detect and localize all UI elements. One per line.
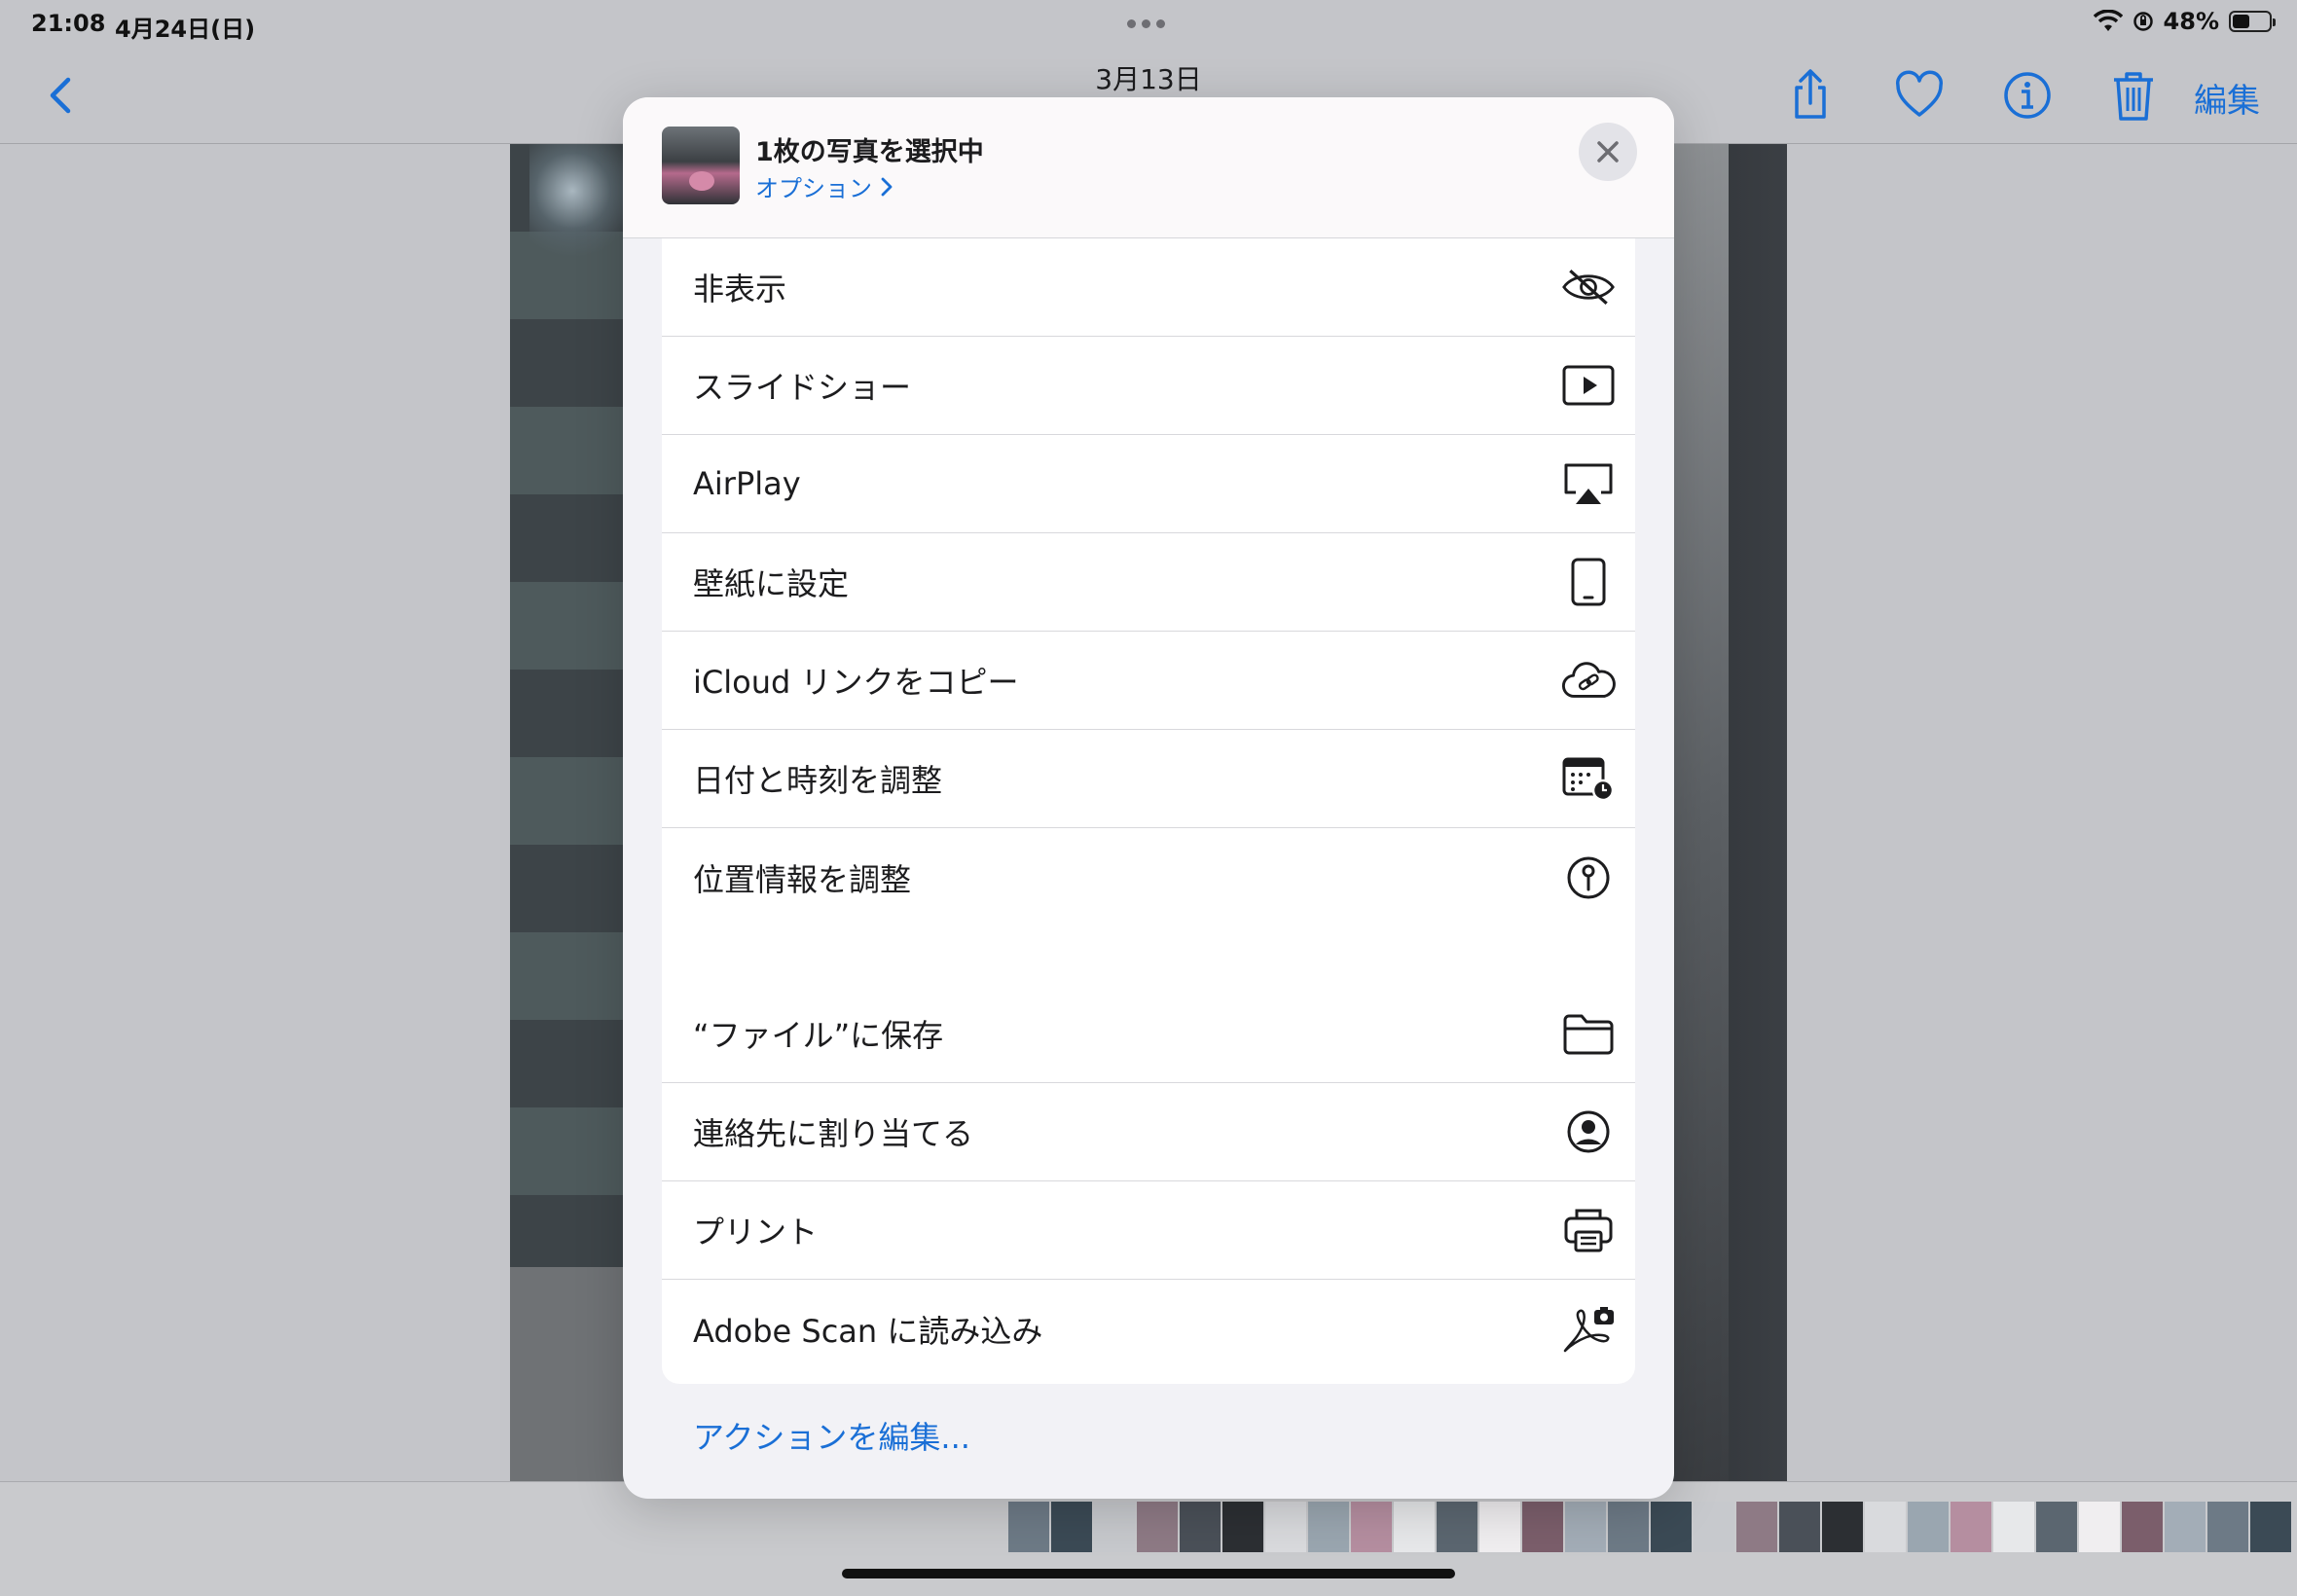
photo-thumbnail[interactable] [2250,1502,2291,1552]
action-row-hide[interactable]: 非表示 [662,238,1635,337]
share-sheet: 1枚の写真を選択中 オプション 複製 非表示 スライドショー [623,97,1674,1499]
photo-thumbnail[interactable] [1180,1502,1221,1552]
action-row-adjust-date[interactable]: 日付と時刻を調整 [662,730,1635,828]
ipad-icon [1561,555,1616,609]
info-icon[interactable] [2000,68,2055,123]
action-label: プリント [693,1214,819,1251]
action-label: Adobe Scan に読み込み [693,1312,1043,1350]
photo-thumbnail[interactable] [1308,1502,1349,1552]
action-row-airplay[interactable]: AirPlay [662,435,1635,533]
photo-thumbnail[interactable] [1736,1502,1777,1552]
photo-thumbnail[interactable] [1008,1502,1049,1552]
person-circle-icon [1561,1105,1616,1159]
play-rectangle-icon [1561,358,1616,413]
battery-icon [2229,11,2276,32]
chevron-right-icon [881,177,893,196]
edit-button[interactable]: 編集 [2194,74,2260,122]
action-row-print[interactable]: プリント [662,1181,1635,1280]
photo-thumbnail[interactable] [1394,1502,1435,1552]
photo-thumbnail[interactable] [2207,1502,2248,1552]
action-label: 壁紙に設定 [693,565,850,602]
photo-thumbnail[interactable] [2036,1502,2077,1552]
home-indicator [842,1569,1455,1578]
battery-level [2233,15,2250,28]
location-pin-circle-icon [1561,851,1616,905]
edit-actions-link[interactable]: アクションを編集... [693,1413,970,1458]
folder-icon [1561,1006,1616,1061]
photo-thumbnail[interactable] [1565,1502,1606,1552]
action-label: スライドショー [693,369,912,406]
action-label: “ファイル”に保存 [693,1017,944,1054]
status-indicators: 48% [2093,8,2276,35]
photo-thumbnail[interactable] [1951,1502,1991,1552]
page-title: 3月13日 [1095,63,1202,95]
photo-thumbnail[interactable] [1651,1502,1692,1552]
action-row-adobe-scan[interactable]: Adobe Scan に読み込み [662,1280,1635,1378]
action-label: 日付と時刻を調整 [693,762,943,799]
photo-thumbnail[interactable] [1779,1502,1820,1552]
photo-thumbnail[interactable] [2079,1502,2120,1552]
airplay-icon [1561,456,1616,511]
photo-thumbnail[interactable] [1051,1502,1092,1552]
photo-thumbnail[interactable] [1608,1502,1649,1552]
photo-thumbnail[interactable] [1993,1502,2034,1552]
close-icon [1597,141,1619,163]
action-row-slideshow[interactable]: スライドショー [662,337,1635,435]
close-button[interactable] [1579,123,1637,181]
share-sheet-header: 1枚の写真を選択中 オプション [623,97,1674,238]
photo-thumbnail[interactable] [1479,1502,1520,1552]
trash-icon[interactable] [2106,68,2161,123]
options-label: オプション [755,175,872,202]
thumbnail-list[interactable] [1008,1502,2291,1552]
printer-icon [1561,1203,1616,1257]
eye-slash-icon [1561,260,1616,314]
photo-thumbnail[interactable] [1351,1502,1392,1552]
share-icon[interactable] [1783,68,1838,123]
status-bar: 21:08 4月24日(日) 48% [0,0,2297,49]
action-group-secondary: “ファイル”に保存 連絡先に割り当てる プリント Adobe Scan に読み込… [662,985,1635,1384]
action-label: AirPlay [693,465,801,502]
action-label: iCloud リンクをコピー [693,664,1019,701]
action-row-assign-contact[interactable]: 連絡先に割り当てる [662,1083,1635,1181]
photo-thumbnail[interactable] [1694,1502,1734,1552]
action-label: 非表示 [693,271,787,308]
photo-thumbnail[interactable] [1094,1502,1135,1552]
action-row-wallpaper[interactable]: 壁紙に設定 [662,533,1635,632]
wifi-icon [2093,10,2123,31]
orientation-lock-icon [2133,12,2153,31]
options-link[interactable]: オプション [755,169,893,203]
action-row-save-to-files[interactable]: “ファイル”に保存 [662,985,1635,1083]
heart-icon[interactable] [1892,68,1947,123]
action-row-icloud-link[interactable]: iCloud リンクをコピー [662,632,1635,730]
action-group-primary: 複製 非表示 スライドショー AirPlay 壁紙に設定 [662,195,1635,1063]
battery-percent: 48% [2163,8,2219,35]
photo-thumbnail[interactable] [1265,1502,1306,1552]
action-label: 位置情報を調整 [693,860,912,898]
action-label: 連絡先に割り当てる [693,1115,974,1152]
photo-thumbnail[interactable] [1137,1502,1178,1552]
photo-thumbnail[interactable] [1822,1502,1863,1552]
status-time: 21:08 [31,10,106,37]
adobe-scan-icon [1561,1302,1616,1357]
action-row-adjust-location[interactable]: 位置情報を調整 [662,828,1635,926]
multitasking-dots-icon[interactable] [1127,19,1165,28]
photo-thumbnail[interactable] [2165,1502,2206,1552]
photo-thumbnail[interactable] [1908,1502,1949,1552]
status-date: 4月24日(日) [115,16,256,43]
photo-thumbnail[interactable] [1522,1502,1563,1552]
selected-photo-thumbnail [662,127,740,204]
photo-thumbnail[interactable] [1437,1502,1477,1552]
share-sheet-title: 1枚の写真を選択中 [755,137,984,167]
calendar-clock-icon [1561,751,1616,806]
cloud-link-icon [1561,653,1616,707]
photo-thumbnail[interactable] [2122,1502,2163,1552]
photo-thumbnail[interactable] [1865,1502,1906,1552]
photo-thumbnail[interactable] [1222,1502,1263,1552]
